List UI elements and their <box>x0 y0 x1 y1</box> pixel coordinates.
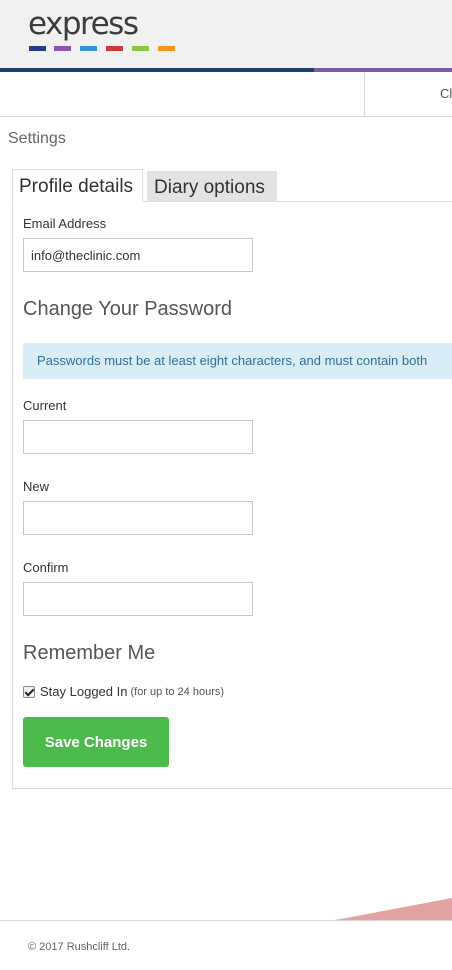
current-password-field[interactable] <box>23 420 253 454</box>
stay-logged-in-row: Stay Logged In (for up to 24 hours) <box>23 684 224 699</box>
footer-divider <box>0 920 452 921</box>
logo-bar <box>132 46 149 51</box>
email-label: Email Address <box>23 216 107 231</box>
nav-item-partial[interactable]: Cl <box>440 86 452 101</box>
footer-decorative-shape <box>330 898 452 921</box>
app-header: express <box>0 0 452 68</box>
nav-bar: Cl <box>0 72 452 117</box>
confirm-password-label: Confirm <box>23 560 69 575</box>
remember-me-heading: Remember Me <box>23 642 156 664</box>
change-password-heading: Change Your Password <box>23 298 233 320</box>
stay-logged-in-checkbox[interactable] <box>23 685 35 698</box>
logo-text: express <box>28 6 139 42</box>
current-password-label: Current <box>23 398 67 413</box>
stay-logged-in-label[interactable]: Stay Logged In <box>40 684 127 699</box>
logo-bar <box>54 46 71 51</box>
settings-panel <box>12 201 452 789</box>
save-changes-button[interactable]: Save Changes <box>23 717 169 767</box>
stay-logged-in-note: (for up to 24 hours) <box>130 685 225 698</box>
logo-bar <box>29 46 46 51</box>
confirm-password-field[interactable] <box>23 582 253 616</box>
page-title: Settings <box>8 130 66 147</box>
new-password-label: New <box>23 479 50 494</box>
logo-bar <box>106 46 123 51</box>
logo-bar <box>80 46 97 51</box>
express-logo[interactable]: express <box>28 4 178 54</box>
email-field[interactable] <box>23 238 253 272</box>
nav-divider <box>364 72 365 116</box>
password-info-alert: Passwords must be at least eight charact… <box>23 343 452 379</box>
new-password-field[interactable] <box>23 501 253 535</box>
logo-bar <box>158 46 175 51</box>
footer-copyright: © 2017 Rushcliff Ltd. <box>28 941 131 953</box>
tab-profile-details[interactable]: Profile details <box>12 169 143 202</box>
logo-color-bars <box>29 46 179 51</box>
tab-diary-options[interactable]: Diary options <box>147 171 277 202</box>
